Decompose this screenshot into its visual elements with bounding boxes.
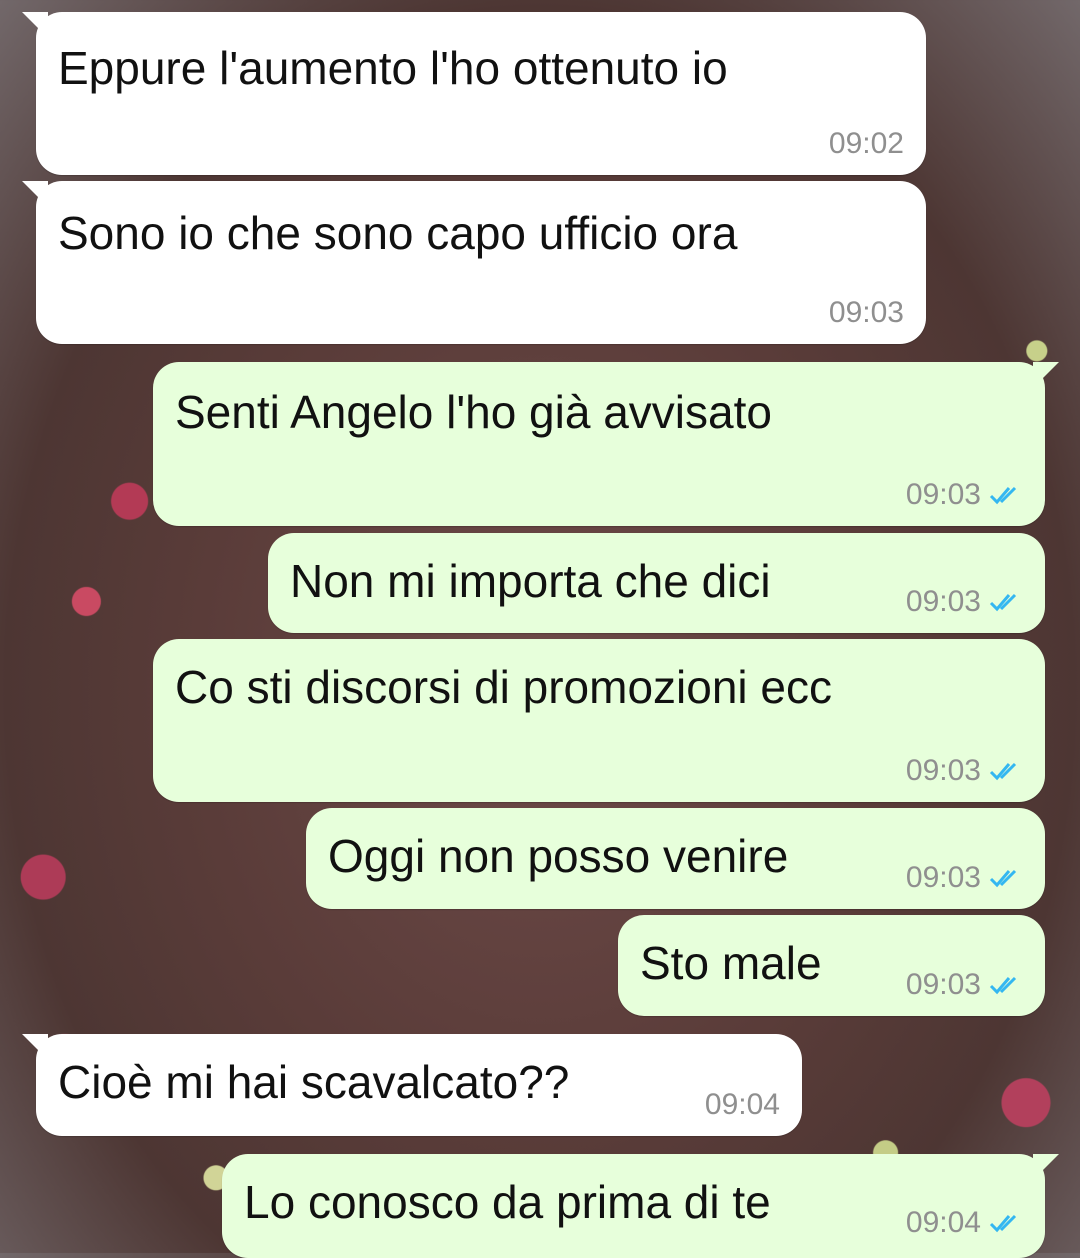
message-meta: 09:03 <box>829 296 904 330</box>
double-check-icon <box>989 762 1017 781</box>
message-text: Sono io che sono capo ufficio ora <box>58 207 738 259</box>
message-meta: 09:02 <box>829 127 904 161</box>
double-check-icon <box>989 976 1017 995</box>
message-bubble-outgoing[interactable]: Senti Angelo l'ho già avvisato 09:03 <box>153 362 1059 526</box>
message-timestamp: 09:03 <box>828 296 904 329</box>
message-bubble-outgoing[interactable]: Co sti discorsi di promozioni ecc 09:03 <box>153 639 1045 802</box>
message-timestamp: 09:03 <box>905 478 981 511</box>
message-meta: 09:03 <box>906 968 1023 1002</box>
message-meta: 09:03 <box>906 861 1023 895</box>
double-check-icon <box>989 1214 1017 1233</box>
message-timestamp: 09:02 <box>828 127 904 160</box>
message-text: Co sti discorsi di promozioni ecc <box>175 661 833 713</box>
message-timestamp: 09:03 <box>905 754 981 787</box>
message-bubble-outgoing[interactable]: Sto male 09:03 <box>618 915 1045 1016</box>
message-meta: 09:03 <box>906 754 1023 788</box>
double-check-icon <box>989 593 1017 612</box>
message-timestamp: 09:03 <box>905 861 981 894</box>
double-check-icon <box>989 486 1017 505</box>
message-timestamp: 09:04 <box>704 1088 780 1121</box>
message-bubble-outgoing[interactable]: Lo conosco da prima di te 09:04 <box>222 1154 1059 1258</box>
message-bubble-outgoing[interactable]: Non mi importa che dici 09:03 <box>268 533 1045 633</box>
message-bubble-outgoing[interactable]: Oggi non posso venire 09:03 <box>306 808 1045 909</box>
message-text: Lo conosco da prima di te <box>244 1176 771 1228</box>
message-timestamp: 09:04 <box>905 1206 981 1239</box>
message-text: Oggi non posso venire <box>328 830 789 882</box>
message-bubble-incoming[interactable]: Eppure l'aumento l'ho ottenuto io 09:02 <box>22 12 926 175</box>
message-meta: 09:04 <box>705 1088 780 1122</box>
message-timestamp: 09:03 <box>905 968 981 1001</box>
message-text: Cioè mi hai scavalcato?? <box>58 1056 570 1108</box>
message-text: Senti Angelo l'ho già avvisato <box>175 386 772 438</box>
message-bubble-incoming[interactable]: Cioè mi hai scavalcato?? 09:04 <box>22 1034 802 1136</box>
message-meta: 09:03 <box>906 585 1023 619</box>
message-timestamp: 09:03 <box>905 585 981 618</box>
message-meta: 09:03 <box>906 478 1023 512</box>
message-bubble-incoming[interactable]: Sono io che sono capo ufficio ora 09:03 <box>22 181 926 344</box>
message-meta: 09:04 <box>906 1206 1023 1240</box>
message-text: Eppure l'aumento l'ho ottenuto io <box>58 42 728 94</box>
double-check-icon <box>989 869 1017 888</box>
message-text: Non mi importa che dici <box>290 555 771 607</box>
message-text: Sto male <box>640 937 822 989</box>
